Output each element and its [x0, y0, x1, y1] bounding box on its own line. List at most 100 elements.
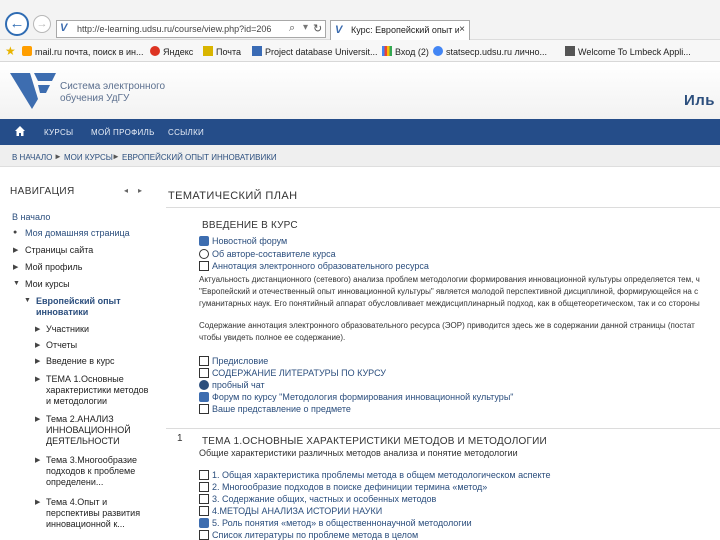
breadcrumb-home[interactable]: В начало	[12, 153, 52, 162]
dock-icon[interactable]: ◂	[124, 186, 128, 195]
activity-news-forum[interactable]: Новостной форум	[199, 236, 287, 246]
forum-icon	[199, 518, 209, 528]
page-icon	[199, 506, 209, 516]
activity-label: Предисловие	[212, 356, 269, 366]
chevron-right-icon[interactable]: ▶	[35, 341, 40, 349]
nav-site-pages[interactable]: Страницы сайта	[25, 245, 93, 256]
page-icon	[199, 470, 209, 480]
bookmark-label: mail.ru почта, поиск в ин...	[35, 47, 144, 57]
user-name[interactable]: Иль	[684, 92, 715, 109]
activity-label: СОДЕРЖАНИЕ ЛИТЕРАТУРЫ ПО КУРСУ	[212, 368, 387, 378]
forward-button[interactable]: →	[33, 15, 51, 33]
breadcrumb: В начало ► Мои курсы ► Европейский опыт …	[0, 145, 720, 167]
activity-preface[interactable]: Предисловие	[199, 356, 268, 366]
close-icon[interactable]: ×	[459, 24, 465, 35]
nav-home[interactable]: В начало	[12, 212, 50, 223]
nav-intro[interactable]: Введение в курс	[46, 356, 114, 367]
chevron-right-icon[interactable]: ▶	[35, 325, 40, 333]
breadcrumb-my-courses[interactable]: Мои курсы	[64, 153, 113, 162]
nav-current-course[interactable]: Европейский опыт инноватики	[36, 296, 146, 318]
activity-about-author[interactable]: Об авторе-составителе курса	[199, 249, 336, 259]
activity-topic-1-item[interactable]: 5. Роль понятия «метод» в общественнонау…	[199, 518, 472, 528]
page-icon	[252, 46, 262, 56]
breadcrumb-separator-icon: ►	[54, 152, 62, 161]
nav-profile[interactable]: Мой профиль	[25, 262, 82, 273]
chevron-right-icon[interactable]: ▶	[35, 357, 40, 365]
chevron-down-icon[interactable]: ▼	[13, 280, 20, 287]
address-bar[interactable]: V http://e-learning.udsu.ru/course/view.…	[56, 20, 326, 38]
activity-chat[interactable]: пробный чат	[199, 380, 265, 390]
breadcrumb-course[interactable]: Европейский опыт инновативики	[122, 153, 277, 162]
section-topic-1-summary: Общие характеристики различных методов а…	[199, 448, 518, 458]
search-icon[interactable]: ⌕	[289, 22, 295, 35]
collapse-icon[interactable]: ▸	[138, 186, 142, 195]
nav-topic-2[interactable]: Тема 2.АНАЛИЗ ИННОВАЦИОННОЙ ДЕЯТЕЛЬНОСТИ	[46, 414, 150, 447]
reload-icon[interactable]: ↻	[313, 22, 322, 35]
activity-label: Форум по курсу "Методология формирования…	[212, 392, 514, 402]
yandex-icon	[150, 46, 160, 56]
intro-paragraph-line: гуманитарных наук. Его понятийный аппара…	[199, 299, 700, 308]
chevron-right-icon[interactable]: ▶	[35, 456, 40, 464]
bookmark-vhod[interactable]: Вход (2)	[382, 46, 429, 57]
chevron-right-icon[interactable]: ▶	[35, 375, 40, 383]
activity-label: пробный чат	[212, 380, 265, 390]
bullet-icon: ●	[13, 229, 18, 236]
logo-text: Система электронного обучения УдГУ	[60, 81, 166, 104]
nav-reports[interactable]: Отчеты	[46, 340, 77, 351]
activity-topic-1-item[interactable]: 3. Содержание общих, частных и особенных…	[199, 494, 436, 504]
intro-paragraph-line: "Европейский и отечественный опыт иннова…	[199, 287, 699, 296]
browser-tab[interactable]: V Курс: Европейский опыт ин... ×	[330, 20, 470, 40]
activity-label: Список литературы по проблеме метода в ц…	[212, 530, 419, 540]
chevron-right-icon[interactable]: ▶	[35, 415, 40, 423]
activity-annotation[interactable]: Аннотация электронного образовательного …	[199, 261, 429, 271]
activity-course-forum[interactable]: Форум по курсу "Методология формирования…	[199, 392, 513, 402]
nav-topic-3[interactable]: Тема 3.Многообразие подходов к проблеме …	[46, 455, 150, 488]
activity-label: 3. Содержание общих, частных и особенных…	[212, 494, 437, 504]
tab-title: Курс: Европейский опыт ин...	[351, 25, 459, 35]
breadcrumb-separator-icon: ►	[112, 152, 120, 161]
intro-paragraph-line: чтобы увидеть полное ее содержание).	[199, 333, 346, 342]
favorites-star-icon[interactable]: ★	[5, 44, 16, 58]
activity-topic-1-item[interactable]: 4.МЕТОДЫ АНАЛИЗА ИСТОРИИ НАУКИ	[199, 506, 382, 516]
activity-literature[interactable]: СОДЕРЖАНИЕ ЛИТЕРАТУРЫ ПО КУРСУ	[199, 368, 386, 378]
activity-topic-1-item[interactable]: Список литературы по проблеме метода в ц…	[199, 530, 418, 540]
activity-topic-1-item[interactable]: 2. Многообразие подходов в поиске дефини…	[199, 482, 487, 492]
bookmark-welcome[interactable]: Welcome To Lmbeck Appli...	[565, 46, 691, 57]
envelope-icon	[203, 46, 213, 56]
main-navbar: Курсы Мой профиль Ссылки	[0, 119, 720, 145]
nav-participants[interactable]: Участники	[46, 324, 89, 335]
nav-courses[interactable]: Курсы	[44, 128, 73, 137]
bookmark-project-database[interactable]: Project database Universit...	[252, 46, 378, 57]
chevron-down-icon[interactable]: ▼	[24, 297, 31, 304]
bookmark-statsecp[interactable]: statsecp.udsu.ru лично...	[433, 46, 547, 57]
activity-label: Новостной форум	[212, 236, 288, 246]
back-button[interactable]: ←	[5, 12, 29, 36]
nav-topic-4[interactable]: Тема 4.Опыт и перспективы развития иннов…	[46, 497, 150, 530]
bookmark-label: Почта	[216, 47, 241, 57]
home-icon[interactable]	[14, 125, 26, 137]
activity-label: 1. Общая характеристика проблемы метода …	[212, 470, 551, 480]
section-number: 1	[177, 433, 183, 444]
bookmark-yandex[interactable]: Яндекс	[150, 46, 193, 57]
nav-dashboard[interactable]: Моя домашняя страница	[25, 228, 130, 239]
nav-links[interactable]: Ссылки	[168, 128, 204, 137]
forum-icon	[199, 392, 209, 402]
arrow-right-icon: →	[36, 18, 48, 30]
activity-topic-1-item[interactable]: 1. Общая характеристика проблемы метода …	[199, 470, 551, 480]
bookmark-mailru[interactable]: mail.ru почта, поиск в ин...	[22, 46, 144, 57]
activity-your-idea[interactable]: Ваше представление о предмете	[199, 404, 351, 414]
nav-my-courses[interactable]: Мои курсы	[25, 279, 70, 290]
browser-address-row: ← → V http://e-learning.udsu.ru/course/v…	[0, 0, 720, 40]
bookmark-pochta[interactable]: Почта	[203, 46, 241, 57]
address-url[interactable]: http://e-learning.udsu.ru/course/view.ph…	[77, 24, 271, 34]
page-icon	[565, 46, 575, 56]
chevron-right-icon[interactable]: ▶	[13, 263, 18, 271]
chevron-right-icon[interactable]: ▶	[35, 498, 40, 506]
udsu-logo-icon[interactable]	[8, 69, 58, 113]
nav-topic-1[interactable]: ТЕМА 1.Основные характеристики методов и…	[46, 374, 150, 407]
chevron-right-icon[interactable]: ▶	[13, 246, 18, 254]
activity-label: Аннотация электронного образовательного …	[212, 261, 429, 271]
url-icon	[199, 249, 209, 259]
address-separator: ▾	[303, 22, 309, 33]
nav-my-profile[interactable]: Мой профиль	[91, 128, 155, 137]
